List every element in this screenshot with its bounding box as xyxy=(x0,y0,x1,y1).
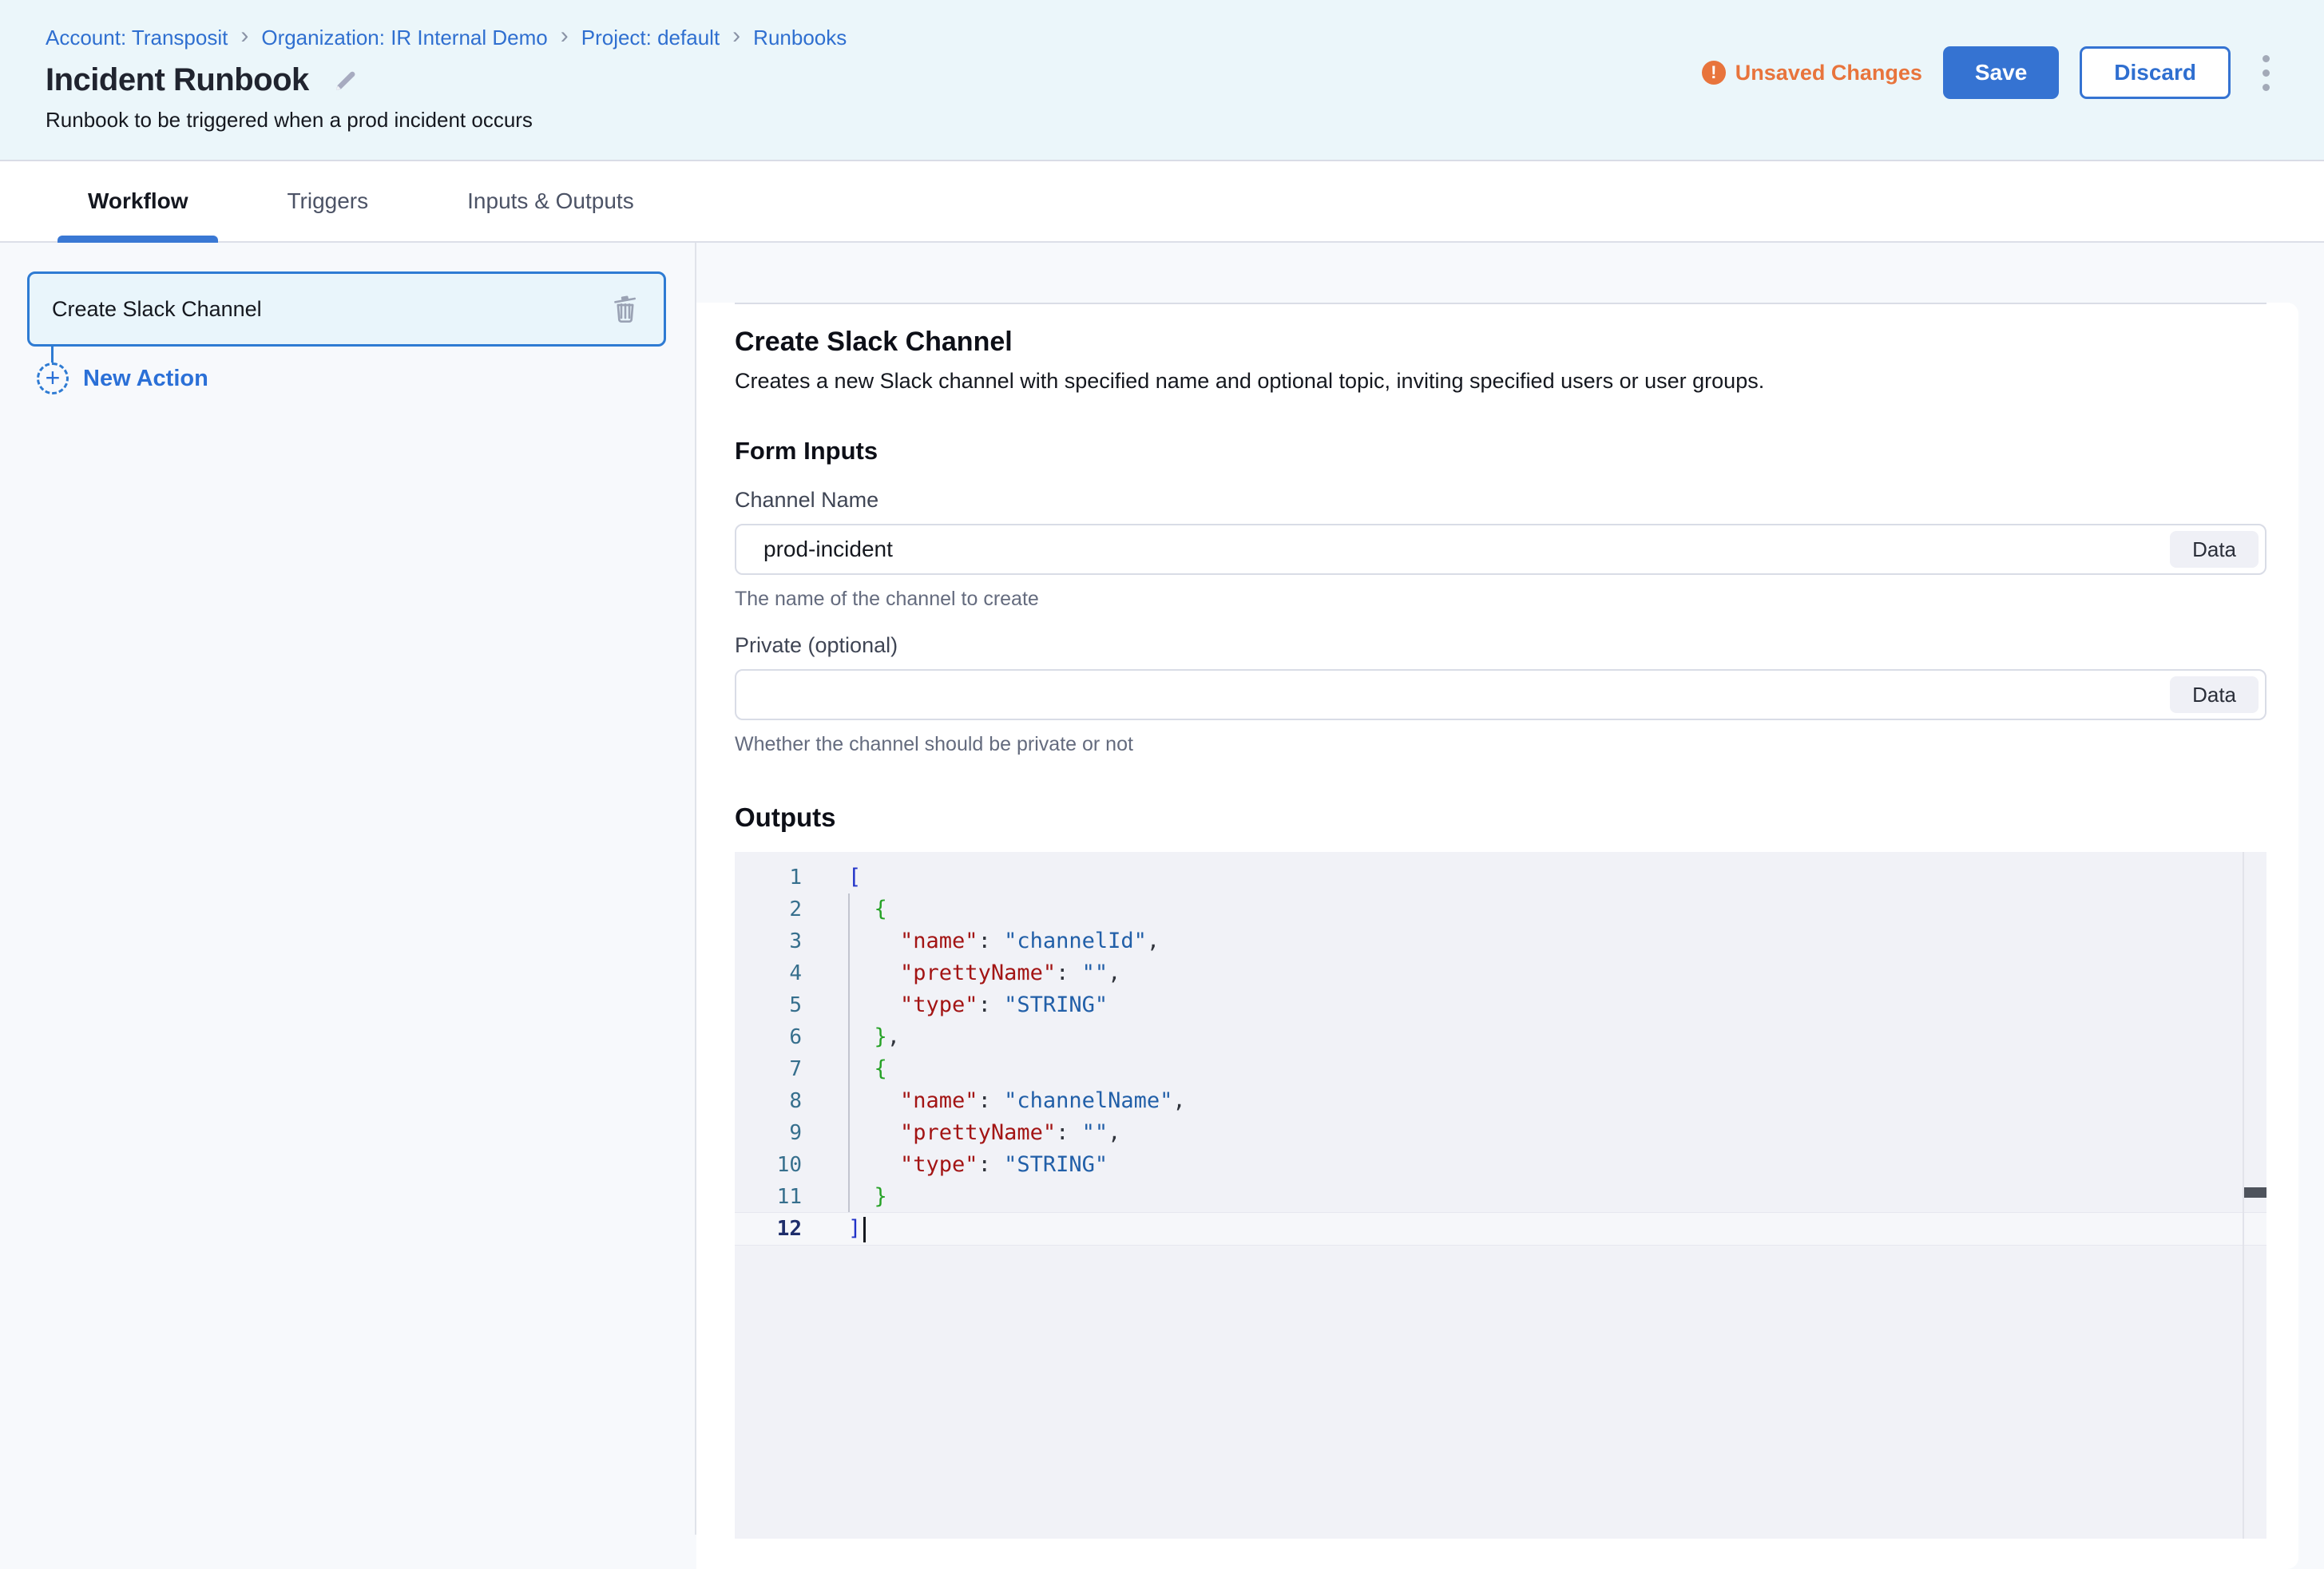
private-data-button[interactable]: Data xyxy=(2170,676,2259,713)
save-button[interactable]: Save xyxy=(1943,46,2059,99)
workflow-steps-panel: Create Slack Channel + New Action xyxy=(0,243,696,1535)
breadcrumb-project[interactable]: Project: default xyxy=(581,26,720,50)
channel-name-help-text: The name of the channel to create xyxy=(735,588,2266,611)
channel-name-label: Channel Name xyxy=(735,488,2266,513)
private-help-text: Whether the channel should be private or… xyxy=(735,733,2266,756)
code-line[interactable]: 10 "type": "STRING" xyxy=(735,1149,2266,1181)
line-number: 10 xyxy=(735,1149,802,1181)
private-input[interactable] xyxy=(735,669,2266,720)
unsaved-changes-badge: ! Unsaved Changes xyxy=(1702,61,1922,85)
code-line[interactable]: 9 "prettyName": "", xyxy=(735,1117,2266,1149)
outputs-heading: Outputs xyxy=(735,802,2266,833)
line-number: 11 xyxy=(735,1181,802,1213)
line-number: 1 xyxy=(735,862,802,893)
tab-inputs-outputs[interactable]: Inputs & Outputs xyxy=(467,161,634,241)
code-line[interactable]: 5 "type": "STRING" xyxy=(735,989,2266,1021)
plus-icon: + xyxy=(37,363,69,394)
line-number: 8 xyxy=(735,1085,802,1117)
line-number: 9 xyxy=(735,1117,802,1149)
delete-trash-icon[interactable] xyxy=(609,293,641,325)
tab-triggers[interactable]: Triggers xyxy=(287,161,368,241)
line-number: 4 xyxy=(735,957,802,989)
line-number: 5 xyxy=(735,989,802,1021)
action-detail-description: Creates a new Slack channel with specifi… xyxy=(735,369,2266,394)
text-cursor xyxy=(863,1217,866,1242)
line-number: 6 xyxy=(735,1021,802,1053)
code-line[interactable]: 12] xyxy=(735,1213,2266,1245)
new-action-button[interactable]: + New Action xyxy=(37,363,695,394)
breadcrumb-runbooks[interactable]: Runbooks xyxy=(753,26,847,50)
code-line[interactable]: 1[ xyxy=(735,862,2266,893)
line-number: 12 xyxy=(735,1213,802,1245)
page-header: Account: Transposit › Organization: IR I… xyxy=(0,0,2324,161)
chevron-right-icon: › xyxy=(240,24,248,51)
line-number: 2 xyxy=(735,893,802,925)
line-number: 3 xyxy=(735,925,802,957)
tab-workflow[interactable]: Workflow xyxy=(88,161,188,241)
outputs-code-editor[interactable]: 1[2 {3 "name": "channelId",4 "prettyName… xyxy=(735,852,2266,1539)
edit-pencil-icon[interactable] xyxy=(331,66,360,95)
code-line[interactable]: 6 }, xyxy=(735,1021,2266,1053)
discard-button[interactable]: Discard xyxy=(2080,46,2231,99)
form-inputs-heading: Form Inputs xyxy=(735,437,2266,466)
code-line[interactable]: 11 } xyxy=(735,1181,2266,1213)
tab-bar: Workflow Triggers Inputs & Outputs xyxy=(0,161,2324,243)
channel-name-input[interactable] xyxy=(735,524,2266,575)
chevron-right-icon: › xyxy=(561,24,569,51)
breadcrumb-organization[interactable]: Organization: IR Internal Demo xyxy=(261,26,547,50)
action-detail-panel: Create Slack Channel Creates a new Slack… xyxy=(696,303,2298,1569)
panel-top-divider xyxy=(735,303,2266,304)
private-label: Private (optional) xyxy=(735,633,2266,658)
action-detail-title: Create Slack Channel xyxy=(735,327,2266,358)
action-card-create-slack-channel[interactable]: Create Slack Channel xyxy=(27,271,666,347)
action-card-label: Create Slack Channel xyxy=(52,297,609,322)
workflow-connector-line xyxy=(51,347,54,363)
chevron-right-icon: › xyxy=(732,24,740,51)
unsaved-changes-label: Unsaved Changes xyxy=(1735,61,1922,85)
page-title: Incident Runbook xyxy=(46,62,309,98)
more-options-kebab-icon[interactable] xyxy=(2255,50,2278,96)
editor-scrollbar-thumb[interactable] xyxy=(2244,1187,2266,1198)
code-line[interactable]: 2 { xyxy=(735,893,2266,925)
breadcrumb-account[interactable]: Account: Transposit xyxy=(46,26,228,50)
alert-icon: ! xyxy=(1702,61,1726,85)
channel-name-data-button[interactable]: Data xyxy=(2170,531,2259,568)
code-line[interactable]: 3 "name": "channelId", xyxy=(735,925,2266,957)
code-line[interactable]: 7 { xyxy=(735,1053,2266,1085)
line-number: 7 xyxy=(735,1053,802,1085)
code-line[interactable]: 4 "prettyName": "", xyxy=(735,957,2266,989)
outputs-editor-lines: 1[2 {3 "name": "channelId",4 "prettyName… xyxy=(735,862,2266,1245)
code-line[interactable]: 8 "name": "channelName", xyxy=(735,1085,2266,1117)
new-action-label: New Action xyxy=(83,366,208,392)
runbook-description: Runbook to be triggered when a prod inci… xyxy=(46,108,2324,133)
runbook-editor-page: Account: Transposit › Organization: IR I… xyxy=(0,0,2324,1535)
